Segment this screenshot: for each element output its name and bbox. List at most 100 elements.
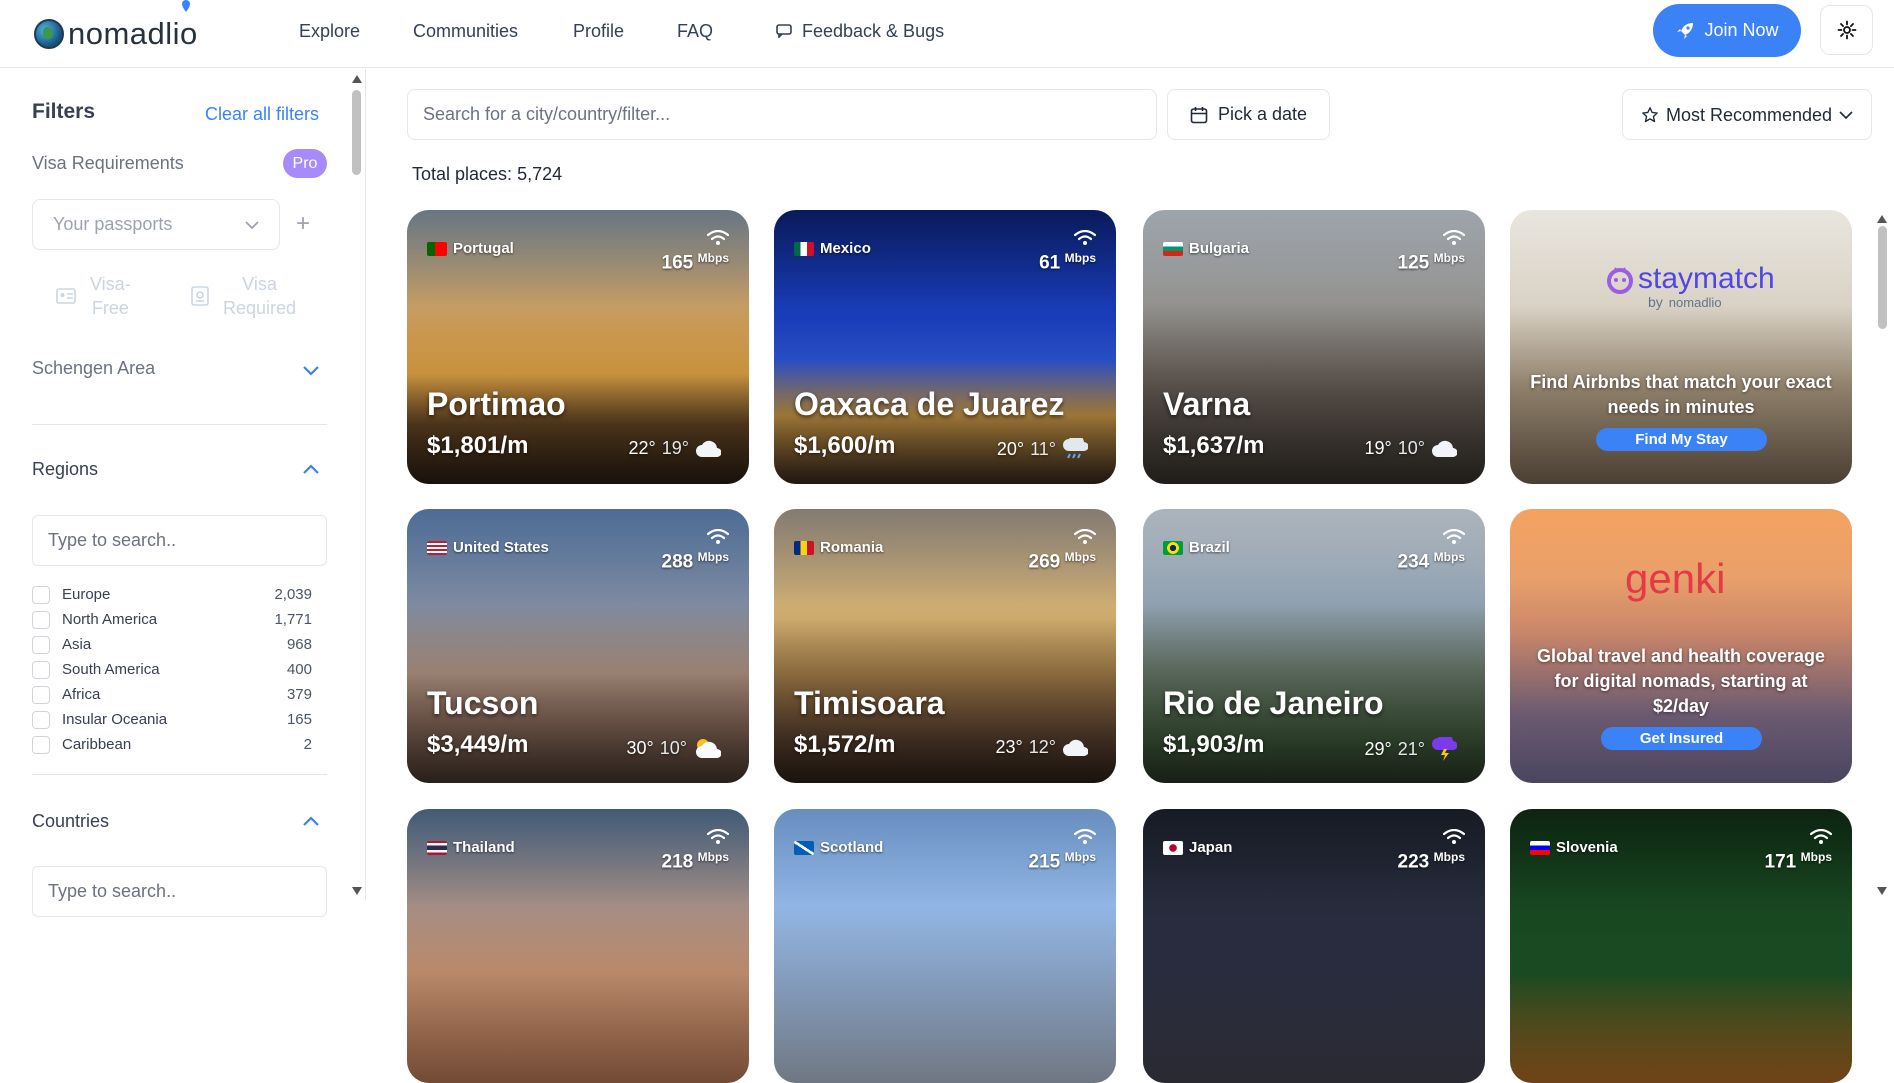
main-scroll-thumb[interactable] — [1878, 226, 1887, 329]
region-item-north-america[interactable]: North America 1,771 — [32, 607, 312, 632]
find-my-stay-button[interactable]: Find My Stay — [1596, 428, 1767, 451]
card-temperature: 19° 10° — [1365, 438, 1457, 459]
region-item-caribbean[interactable]: Caribbean 2 — [32, 732, 312, 757]
place-card-japan[interactable]: Japan 223 Mbps — [1143, 809, 1485, 1083]
staymatch-logo-icon — [1607, 267, 1633, 294]
sidebar-scroll-thumb[interactable] — [352, 90, 361, 175]
card-temperature: 30° 10° — [627, 737, 721, 759]
countries-search-input[interactable]: Type to search.. — [32, 866, 327, 917]
card-wifi-speed: 125 Mbps — [1398, 229, 1466, 274]
cloud-icon — [1063, 739, 1088, 756]
slovenia-flag-icon — [1530, 840, 1550, 855]
place-card-brazil[interactable]: Brazil 234 Mbps Rio de Janeiro $1,903/m 29° 2… — [1143, 509, 1485, 783]
search-input[interactable]: Search for a city/country/filter... — [407, 89, 1157, 140]
chevron-up-icon[interactable] — [301, 459, 321, 479]
regions-search-input[interactable]: Type to search.. — [32, 515, 327, 566]
staymatch-logo: staymatch — [1605, 262, 1775, 296]
card-country: Bulgaria — [1163, 240, 1249, 257]
countries-title[interactable]: Countries — [32, 811, 109, 832]
region-item-europe[interactable]: Europe 2,039 — [32, 582, 312, 607]
card-wifi-speed: 234 Mbps — [1398, 528, 1466, 573]
checkbox[interactable] — [32, 660, 50, 679]
card-country: Mexico — [794, 240, 871, 257]
nav-communities[interactable]: Communities — [413, 0, 518, 62]
card-city: Oaxaca de Juarez — [794, 386, 1065, 422]
wifi-icon — [1073, 828, 1097, 844]
nav-profile[interactable]: Profile — [573, 0, 624, 62]
checkbox[interactable] — [32, 710, 50, 729]
place-card-bulgaria[interactable]: Bulgaria 125 Mbps Varna $1,637/m 19° 10° — [1143, 210, 1485, 484]
wifi-icon — [1442, 528, 1466, 544]
staymatch-ad-card[interactable]: staymatch by nomadlio Find Airbnbs that m… — [1510, 210, 1852, 484]
clear-all-filters-link[interactable]: Clear all filters — [205, 104, 319, 125]
checkbox[interactable] — [32, 585, 50, 604]
rocket-icon — [1677, 22, 1694, 39]
join-now-button[interactable]: Join Now — [1653, 4, 1801, 57]
place-card-slovenia[interactable]: Slovenia 171 Mbps — [1510, 809, 1852, 1083]
wifi-icon — [1073, 229, 1097, 245]
schengen-area-toggle[interactable]: Schengen Area — [32, 358, 155, 379]
sidebar-scrollbar[interactable] — [350, 69, 364, 900]
settings-button[interactable] — [1820, 5, 1873, 55]
place-card-portugal[interactable]: Portugal 165 Mbps Portimao $1,801/m 22° 19° — [407, 210, 749, 484]
united-states-flag-icon — [427, 540, 447, 555]
nav-faq[interactable]: FAQ — [677, 0, 713, 62]
card-city: Rio de Janeiro — [1163, 685, 1384, 721]
card-price: $1,600/m — [794, 432, 896, 459]
region-item-asia[interactable]: Asia 968 — [32, 632, 312, 657]
card-price: $1,637/m — [1163, 432, 1265, 459]
card-country: United States — [427, 539, 549, 556]
pick-date-button[interactable]: Pick a date — [1167, 89, 1330, 140]
scroll-up-arrow-icon[interactable] — [352, 75, 362, 83]
chevron-down-icon — [245, 220, 259, 229]
wifi-icon — [1809, 828, 1833, 844]
card-temperature: 23° 12° — [996, 737, 1088, 758]
sort-select[interactable]: Most Recommended — [1622, 89, 1872, 140]
visa-required-option[interactable]: Visa Required — [191, 272, 296, 320]
chat-icon — [776, 24, 792, 38]
nav-explore[interactable]: Explore — [299, 0, 360, 62]
regions-list: Europe 2,039 North America 1,771 Asia 968 S… — [32, 582, 312, 757]
logo[interactable]: nomadlio — [34, 0, 198, 54]
brazil-flag-icon — [1163, 540, 1183, 555]
scroll-down-arrow-icon[interactable] — [1877, 887, 1887, 895]
thunderstorm-icon — [1432, 737, 1457, 761]
place-card-united-states[interactable]: United States 288 Mbps Tucson $3,449/m 30° 10… — [407, 509, 749, 783]
divider — [32, 774, 327, 775]
scroll-up-arrow-icon[interactable] — [1877, 215, 1887, 223]
checkbox[interactable] — [32, 685, 50, 704]
cloud-icon — [696, 440, 721, 457]
mexico-flag-icon — [794, 241, 814, 256]
region-item-africa[interactable]: Africa 379 — [32, 682, 312, 707]
place-card-romania[interactable]: Romania 269 Mbps Timisoara $1,572/m 23° 12° — [774, 509, 1116, 783]
location-pin-icon — [182, 0, 190, 12]
scroll-down-arrow-icon[interactable] — [352, 887, 362, 895]
get-insured-button[interactable]: Get Insured — [1601, 727, 1762, 750]
checkbox[interactable] — [32, 735, 50, 754]
chevron-down-icon[interactable] — [301, 360, 321, 380]
partly-sunny-icon — [696, 739, 721, 758]
scotland-flag-icon — [794, 840, 814, 855]
passports-select[interactable]: Your passports — [32, 199, 280, 250]
card-city: Varna — [1163, 386, 1251, 422]
region-item-south-america[interactable]: South America 400 — [32, 657, 312, 682]
nav-feedback[interactable]: Feedback & Bugs — [776, 0, 944, 62]
checkbox[interactable] — [32, 635, 50, 654]
logo-text: nomadlio — [68, 16, 198, 51]
regions-title[interactable]: Regions — [32, 459, 98, 480]
filters-title: Filters — [32, 100, 96, 123]
place-card-thailand[interactable]: Thailand 218 Mbps — [407, 809, 749, 1083]
visa-free-option[interactable]: Visa- Free — [56, 272, 131, 320]
card-wifi-speed: 165 Mbps — [662, 229, 730, 274]
chevron-up-icon[interactable] — [301, 811, 321, 831]
genki-ad-card[interactable]: genki Global travel and health coverage … — [1510, 509, 1852, 783]
japan-flag-icon — [1163, 840, 1183, 855]
card-price: $1,572/m — [794, 731, 896, 758]
add-passport-button[interactable]: + — [296, 210, 310, 238]
region-item-insular-oceania[interactable]: Insular Oceania 165 — [32, 707, 312, 732]
place-card-scotland[interactable]: Scotland 215 Mbps — [774, 809, 1116, 1083]
card-country: Brazil — [1163, 539, 1230, 556]
checkbox[interactable] — [32, 610, 50, 629]
romania-flag-icon — [794, 540, 814, 555]
place-card-mexico[interactable]: Mexico 61 Mbps Oaxaca de Juarez $1,600/m 20°… — [774, 210, 1116, 484]
